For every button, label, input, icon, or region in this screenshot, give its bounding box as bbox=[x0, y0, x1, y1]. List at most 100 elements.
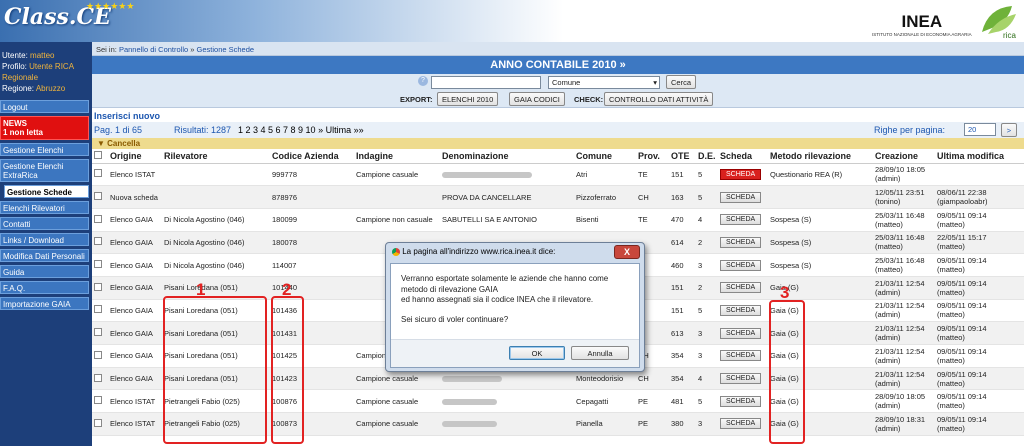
help-icon[interactable]: ? bbox=[418, 76, 428, 86]
row-checkbox[interactable] bbox=[94, 214, 102, 223]
news-button[interactable]: NEWS 1 non letta bbox=[0, 116, 89, 140]
header-prov[interactable]: Prov. bbox=[636, 149, 669, 164]
row-checkbox[interactable] bbox=[94, 350, 102, 359]
de-value: 5 bbox=[698, 169, 703, 179]
cell-codice: 180099 bbox=[270, 208, 354, 232]
creazione-user: (admin) bbox=[875, 423, 901, 433]
cell-de: 3 bbox=[696, 321, 718, 345]
logout-button[interactable]: Logout bbox=[0, 100, 89, 113]
creazione-date: 25/03/11 16:48 bbox=[875, 210, 925, 220]
origine-value: Elenco ISTAT bbox=[110, 169, 156, 179]
row-checkbox[interactable] bbox=[94, 192, 102, 201]
ok-button[interactable]: OK bbox=[509, 346, 565, 360]
controllo-dati-button[interactable]: CONTROLLO DATI ATTIVITÀ bbox=[604, 92, 714, 106]
cell-de: 5 bbox=[696, 163, 718, 187]
dialog-message-line: ed hanno assegnati sia il codice INEA ch… bbox=[401, 295, 594, 304]
cell-denominazione bbox=[440, 163, 574, 187]
row-checkbox[interactable] bbox=[94, 237, 102, 246]
annotation-number-1: 1 bbox=[196, 280, 206, 299]
row-select bbox=[92, 231, 108, 255]
rows-per-page-go-button[interactable]: > bbox=[1001, 123, 1017, 137]
cancel-dialog-button[interactable]: Annulla bbox=[571, 346, 629, 360]
sidebar-item-faq[interactable]: F.A.Q. bbox=[0, 281, 89, 294]
header-origine[interactable]: Origine bbox=[108, 149, 162, 164]
scheda-button[interactable]: SCHEDA bbox=[720, 327, 762, 339]
sidebar-item-guida[interactable]: Guida bbox=[0, 265, 89, 278]
sidebar-item-gestione-elenchi-extrarica[interactable]: Gestione Elenchi ExtraRica bbox=[0, 159, 89, 182]
header-ote[interactable]: OTE bbox=[669, 149, 696, 164]
sidebar-item-gestione-schede[interactable]: Gestione Schede bbox=[4, 185, 89, 198]
select-all-checkbox[interactable] bbox=[94, 150, 102, 159]
header-indagine[interactable]: Indagine bbox=[354, 149, 440, 164]
export-gaia-codici-button[interactable]: GAIA CODICI bbox=[509, 92, 565, 106]
cell-creazione: 21/03/11 12:54 (admin) bbox=[873, 321, 935, 345]
header-rilevatore[interactable]: Rilevatore bbox=[162, 149, 270, 164]
scheda-button[interactable]: SCHEDA bbox=[720, 236, 762, 248]
cell-ote: 614 bbox=[669, 231, 696, 255]
header-comune[interactable]: Comune bbox=[574, 149, 636, 164]
scheda-button[interactable]: SCHEDA bbox=[720, 418, 762, 430]
cell-modifica: 09/05/11 09:14 (matteo) bbox=[935, 299, 1024, 323]
ote-value: 470 bbox=[671, 215, 684, 225]
comune-value: Bisenti bbox=[576, 215, 599, 225]
export-elenchi-button[interactable]: ELENCHI 2010 bbox=[437, 92, 499, 106]
header-codice[interactable]: Codice Azienda bbox=[270, 149, 354, 164]
breadcrumb-current-link[interactable]: Gestione Schede bbox=[197, 45, 255, 54]
scheda-button[interactable]: SCHEDA bbox=[720, 373, 762, 385]
scheda-button[interactable]: SCHEDA bbox=[720, 214, 762, 226]
breadcrumb-home-link[interactable]: Pannello di Controllo bbox=[119, 45, 188, 54]
header-modifica[interactable]: Ultima modifica bbox=[935, 149, 1024, 164]
close-icon[interactable]: X bbox=[614, 245, 640, 259]
modifica-date: 08/06/11 22:38 bbox=[937, 188, 987, 198]
creazione-date: 25/03/11 16:48 bbox=[875, 256, 925, 266]
sidebar-item-modifica-dati[interactable]: Modifica Dati Personali bbox=[0, 249, 89, 262]
modifica-user: (matteo) bbox=[937, 401, 965, 411]
header-denominazione[interactable]: Denominazione bbox=[440, 149, 574, 164]
search-button[interactable]: Cerca bbox=[666, 75, 696, 89]
rows-per-page-input[interactable]: 20 bbox=[964, 123, 996, 136]
ote-value: 460 bbox=[671, 260, 684, 270]
modifica-date: 09/05/11 09:14 bbox=[937, 278, 987, 288]
creazione-date: 21/03/11 12:54 bbox=[875, 346, 925, 356]
scheda-button[interactable]: SCHEDA bbox=[720, 168, 762, 180]
scheda-button[interactable]: SCHEDA bbox=[720, 282, 762, 294]
cell-comune: Atri bbox=[574, 163, 636, 187]
row-checkbox[interactable] bbox=[94, 260, 102, 269]
annotation-box-metodo bbox=[769, 300, 805, 444]
sidebar-item-contatti[interactable]: Contatti bbox=[0, 217, 89, 230]
sidebar-item-elenchi-rilevatori[interactable]: Elenchi Rilevatori bbox=[0, 201, 89, 214]
dialog-titlebar: La pagina all'indirizzo www.rica.inea.it… bbox=[386, 243, 644, 261]
search-input[interactable] bbox=[431, 76, 541, 89]
header-de[interactable]: D.E. bbox=[696, 149, 718, 164]
row-checkbox[interactable] bbox=[94, 396, 102, 405]
sidebar-item-gestione-elenchi[interactable]: Gestione Elenchi bbox=[0, 143, 89, 156]
row-checkbox[interactable] bbox=[94, 373, 102, 382]
scheda-button[interactable]: SCHEDA bbox=[720, 259, 762, 271]
scheda-button[interactable]: SCHEDA bbox=[720, 395, 762, 407]
search-field-select[interactable]: Comune ▾ bbox=[548, 76, 660, 89]
sidebar-item-links-download[interactable]: Links / Download bbox=[0, 233, 89, 246]
scheda-button[interactable]: SCHEDA bbox=[720, 350, 762, 362]
cancel-link[interactable]: ▼ Cancella bbox=[92, 138, 1024, 149]
row-checkbox[interactable] bbox=[94, 328, 102, 337]
insert-new-link[interactable]: Inserisci nuovo bbox=[92, 108, 1024, 122]
row-checkbox[interactable] bbox=[94, 169, 102, 178]
page-links[interactable]: 1 2 3 4 5 6 7 8 9 10 » Ultima »» bbox=[238, 125, 364, 135]
cell-scheda: SCHEDA bbox=[718, 389, 768, 414]
creazione-user: (tonino) bbox=[875, 197, 901, 207]
indagine-value: Campione casuale bbox=[356, 374, 419, 384]
scheda-button[interactable]: SCHEDA bbox=[720, 191, 762, 203]
cell-prov: PE bbox=[636, 412, 669, 436]
header-creazione[interactable]: Creazione bbox=[873, 149, 935, 164]
row-checkbox[interactable] bbox=[94, 305, 102, 314]
row-checkbox[interactable] bbox=[94, 282, 102, 291]
scheda-button[interactable]: SCHEDA bbox=[720, 304, 762, 316]
header-scheda[interactable]: Scheda bbox=[718, 149, 768, 164]
sidebar-item-importazione-gaia[interactable]: Importazione GAIA bbox=[0, 297, 89, 310]
row-checkbox[interactable] bbox=[94, 418, 102, 427]
page-indicator: Pag. 1 di 65 bbox=[94, 125, 143, 135]
origine-value: Elenco ISTAT bbox=[110, 419, 156, 429]
cell-origine: Elenco ISTAT bbox=[108, 412, 162, 436]
header-metodo[interactable]: Metodo rilevazione bbox=[768, 149, 873, 164]
de-value: 5 bbox=[698, 305, 703, 315]
